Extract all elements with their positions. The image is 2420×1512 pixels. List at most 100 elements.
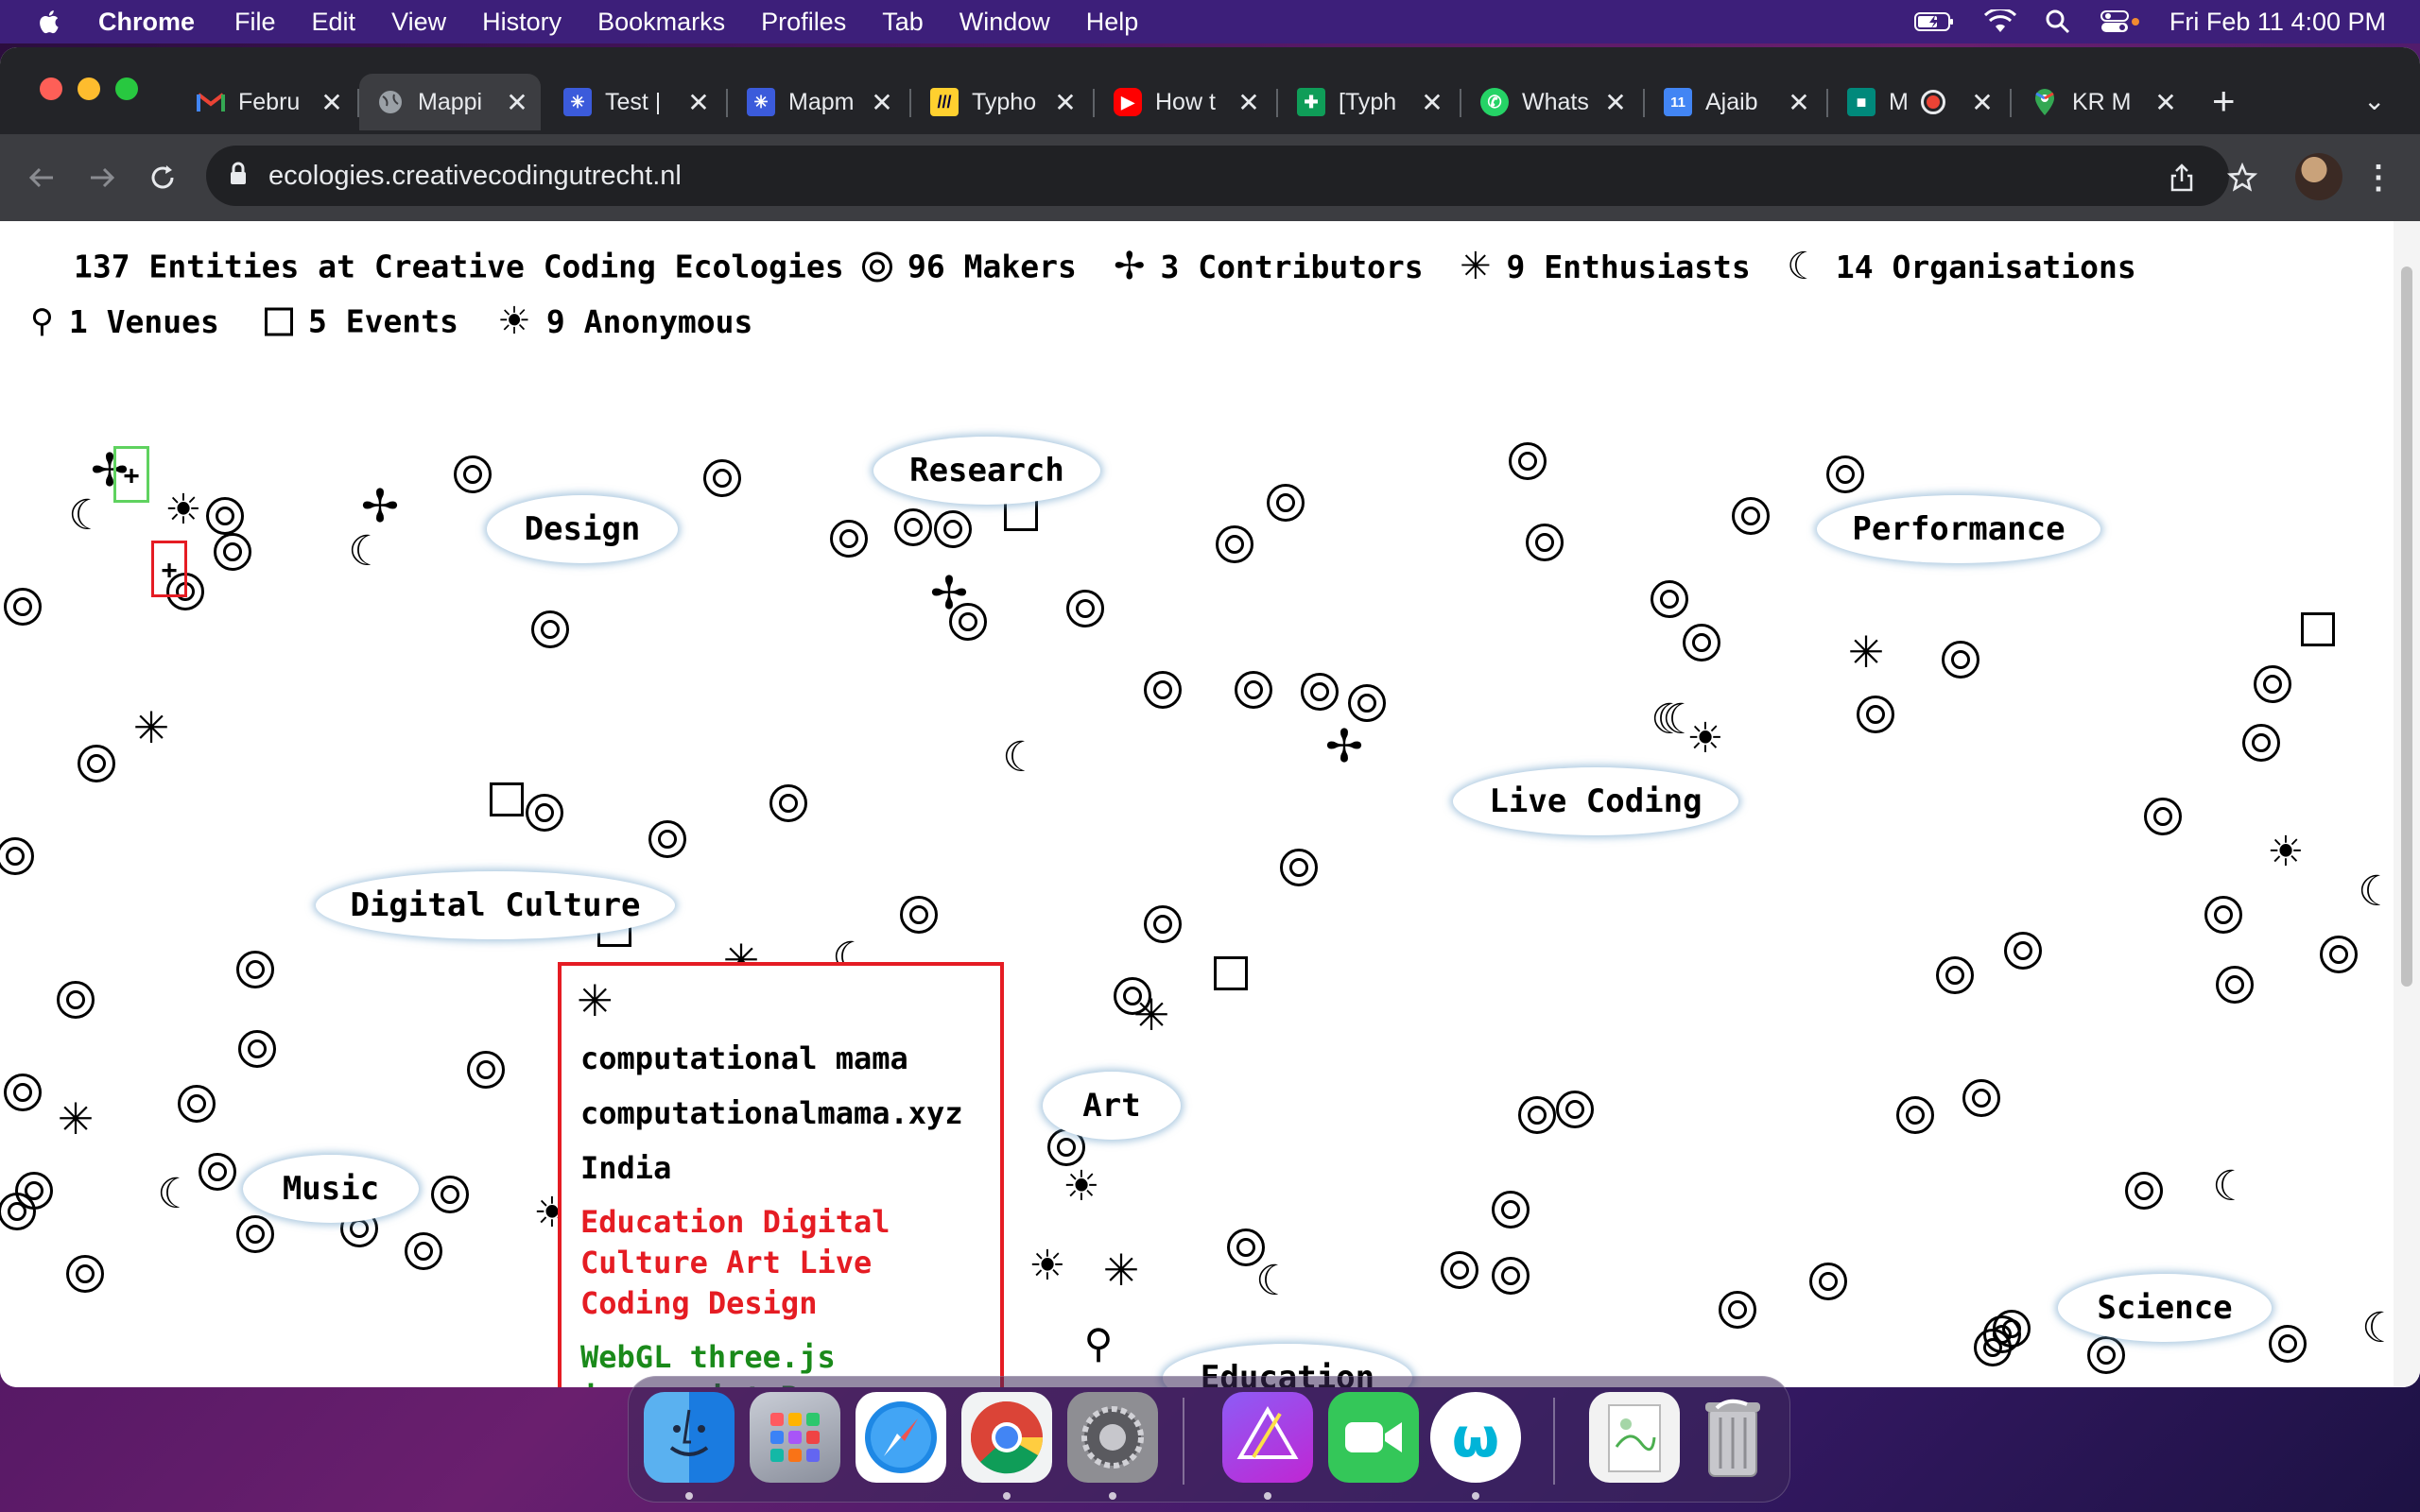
maker-marker-icon[interactable] xyxy=(78,745,115,782)
anonymous-sun-icon[interactable]: ☀ xyxy=(1063,1166,1099,1208)
contributor-cross-icon[interactable]: ✢ xyxy=(1325,724,1363,769)
maker-marker-icon[interactable] xyxy=(900,896,938,934)
maker-marker-icon[interactable] xyxy=(531,610,569,648)
maker-marker-icon[interactable] xyxy=(2144,798,2182,835)
topic-design[interactable]: Design xyxy=(487,495,678,563)
maker-marker-icon[interactable] xyxy=(1301,673,1339,711)
maker-marker-icon[interactable] xyxy=(2320,936,2358,973)
spotlight-search-icon[interactable] xyxy=(2045,9,2071,35)
maker-marker-icon[interactable] xyxy=(2216,966,2254,1004)
apple-menu-icon[interactable] xyxy=(36,8,64,36)
maker-marker-icon[interactable] xyxy=(178,1085,216,1123)
tab-search-chevron-icon[interactable]: ⌄ xyxy=(2363,85,2385,116)
enthusiasts-count[interactable]: ✳ 9 Enthusiasts xyxy=(1460,245,1751,288)
anonymous-sun-icon[interactable]: ☀ xyxy=(164,490,201,531)
maker-marker-icon[interactable] xyxy=(2254,665,2291,703)
close-tab-icon[interactable]: ✕ xyxy=(1418,87,1446,118)
maker-marker-icon[interactable] xyxy=(454,455,492,493)
close-tab-icon[interactable]: ✕ xyxy=(1785,87,1813,118)
maker-marker-icon[interactable] xyxy=(1280,849,1318,886)
maker-marker-icon[interactable] xyxy=(0,837,34,875)
organisations-count[interactable]: ☾ 14 Organisations xyxy=(1787,245,2136,288)
event-square-icon[interactable] xyxy=(1214,956,1248,990)
maker-marker-icon[interactable] xyxy=(57,981,95,1019)
dock-preview-document-icon[interactable] xyxy=(1589,1392,1680,1483)
close-tab-icon[interactable]: ✕ xyxy=(503,87,531,118)
maker-marker-icon[interactable] xyxy=(1974,1329,2012,1366)
dock-system-preferences-icon[interactable] xyxy=(1067,1392,1158,1483)
menu-app-chrome[interactable]: Chrome xyxy=(98,8,195,37)
maker-marker-icon[interactable] xyxy=(405,1232,442,1270)
maker-marker-icon[interactable] xyxy=(526,794,563,832)
anonymous-sun-icon[interactable]: ☀ xyxy=(2267,832,2304,873)
highlighted-contributor-marker[interactable]: + xyxy=(113,446,149,503)
dock-chrome-icon[interactable] xyxy=(961,1392,1052,1483)
maker-marker-icon[interactable] xyxy=(1216,525,1253,563)
menu-window[interactable]: Window xyxy=(959,8,1050,37)
enthusiast-star-icon[interactable]: ✳ xyxy=(133,706,170,749)
maker-marker-icon[interactable] xyxy=(1556,1091,1594,1128)
topic-art[interactable]: Art xyxy=(1043,1072,1181,1140)
address-bar[interactable]: ecologies.creativecodingutrecht.nl xyxy=(206,146,2229,206)
maker-marker-icon[interactable] xyxy=(2004,932,2042,970)
maker-marker-icon[interactable] xyxy=(1857,696,1894,733)
maker-marker-icon[interactable] xyxy=(238,1030,276,1068)
organisation-moon-icon[interactable]: ☾ xyxy=(1255,1261,1292,1302)
close-tab-icon[interactable]: ✕ xyxy=(1968,87,1996,118)
lock-icon[interactable] xyxy=(229,162,248,191)
maker-marker-icon[interactable] xyxy=(2087,1336,2125,1374)
maker-marker-icon[interactable] xyxy=(1683,624,1720,662)
battery-icon[interactable] xyxy=(1913,10,1956,33)
maker-marker-icon[interactable] xyxy=(431,1176,469,1213)
organisation-moon-icon[interactable]: ☾ xyxy=(157,1174,194,1215)
maker-marker-icon[interactable] xyxy=(206,497,244,535)
maker-marker-icon[interactable] xyxy=(1809,1263,1847,1300)
maker-marker-icon[interactable] xyxy=(1509,442,1547,480)
maker-marker-icon[interactable] xyxy=(1719,1291,1756,1329)
tab-7[interactable]: ✆ Whats ✕ xyxy=(1463,74,1639,130)
event-square-icon[interactable] xyxy=(2301,612,2335,646)
maker-marker-icon[interactable] xyxy=(769,784,807,822)
tab-4[interactable]: /// Typho ✕ xyxy=(913,74,1089,130)
vertical-scroll-thumb[interactable] xyxy=(2401,266,2412,987)
maker-marker-icon[interactable] xyxy=(236,1215,274,1253)
organisation-moon-icon[interactable]: ☾ xyxy=(1002,737,1039,779)
maker-marker-icon[interactable] xyxy=(4,588,42,626)
dock-facetime-icon[interactable] xyxy=(1328,1392,1419,1483)
forward-button[interactable] xyxy=(79,155,125,200)
maker-marker-icon[interactable] xyxy=(2242,724,2280,762)
reload-button[interactable] xyxy=(140,155,185,200)
maker-marker-icon[interactable] xyxy=(1441,1251,1478,1289)
vertical-scrollbar[interactable] xyxy=(2394,221,2420,1387)
tab-6[interactable]: ✚ [Typh ✕ xyxy=(1280,74,1456,130)
maker-marker-icon[interactable] xyxy=(1518,1096,1556,1134)
contributor-cross-icon[interactable]: ✢ xyxy=(361,484,399,529)
menubar-clock[interactable]: Fri Feb 11 4:00 PM xyxy=(2169,8,2386,37)
enthusiast-star-icon[interactable]: ✳ xyxy=(1133,993,1170,1037)
tab-3[interactable]: ✳ Mapm ✕ xyxy=(730,74,906,130)
makers-count[interactable]: 96 Makers xyxy=(862,249,1077,285)
entity-detail-popup[interactable]: ✳ computational mama computationalmama.x… xyxy=(558,962,1004,1387)
entity-website-link[interactable]: computationalmama.xyz xyxy=(580,1092,981,1134)
organisation-moon-icon[interactable]: ☾ xyxy=(1651,699,1687,741)
anonymous-count[interactable]: ☀ 9 Anonymous xyxy=(497,300,752,343)
enthusiast-star-icon[interactable]: ✳ xyxy=(1848,630,1885,674)
wifi-icon[interactable] xyxy=(1983,9,2016,34)
maker-marker-icon[interactable] xyxy=(1732,497,1770,535)
menu-profiles[interactable]: Profiles xyxy=(761,8,846,37)
topic-live-coding[interactable]: Live Coding xyxy=(1453,767,1738,835)
organisation-moon-icon[interactable]: ☾ xyxy=(2358,871,2394,913)
maker-marker-icon[interactable] xyxy=(1826,455,1864,493)
menu-help[interactable]: Help xyxy=(1086,8,1139,37)
maker-marker-icon[interactable] xyxy=(1267,484,1305,522)
maker-marker-icon[interactable] xyxy=(1896,1096,1934,1134)
dock-affinity-photo-icon[interactable] xyxy=(1222,1392,1313,1483)
menu-view[interactable]: View xyxy=(391,8,446,37)
profile-avatar[interactable] xyxy=(2295,153,2342,200)
maker-marker-icon[interactable] xyxy=(830,520,868,558)
new-tab-button[interactable]: + xyxy=(2212,81,2236,121)
event-square-icon[interactable] xyxy=(490,782,524,816)
maker-marker-icon[interactable] xyxy=(1066,590,1104,627)
maker-marker-icon[interactable] xyxy=(467,1051,505,1089)
contributors-count[interactable]: ✢ 3 Contributors xyxy=(1114,245,1424,288)
